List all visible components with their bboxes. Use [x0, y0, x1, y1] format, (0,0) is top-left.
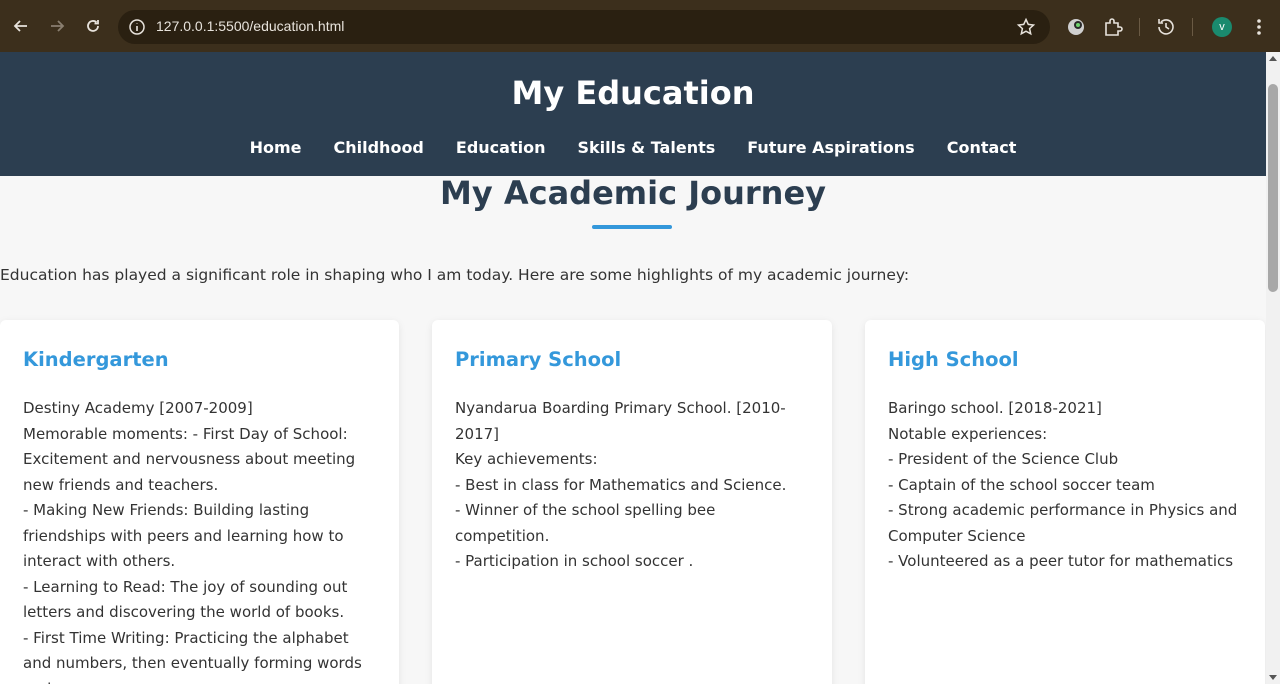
card-title: Kindergarten: [23, 348, 169, 371]
card-line: - Best in class for Mathematics and Scie…: [455, 475, 787, 494]
nav-childhood[interactable]: Childhood: [334, 138, 424, 157]
card-line: - Strong academic performance in Physics…: [888, 501, 1238, 545]
menu-kebab-icon[interactable]: [1248, 16, 1270, 38]
card-line: - Volunteered as a peer tutor for mathem…: [888, 552, 1234, 570]
nav-education[interactable]: Education: [456, 138, 546, 157]
forward-arrow-icon[interactable]: [45, 14, 69, 38]
card-line: Baringo school. [2018-2021]: [888, 399, 1102, 417]
page-scrollbar[interactable]: [1266, 52, 1280, 684]
site-header: My Education Home Childhood Education Sk…: [0, 52, 1266, 176]
card-line: - Participation in school soccer .: [455, 552, 694, 570]
page-viewport: My Education Home Childhood Education Sk…: [0, 52, 1266, 684]
card-high-school: High School Baringo school. [2018-2021] …: [865, 320, 1265, 684]
card-line: - Winner of the school spelling bee comp…: [455, 501, 716, 545]
extensions-puzzle-icon[interactable]: [1102, 16, 1124, 38]
address-bar[interactable]: 127.0.0.1:5500/education.html: [118, 10, 1050, 44]
section-heading: My Academic Journey: [440, 174, 826, 212]
card-line: Destiny Academy [2007-2009]: [23, 399, 253, 417]
bookmark-star-icon[interactable]: [1016, 17, 1036, 37]
card-line: - Learning to Read: The joy of sounding …: [23, 577, 348, 622]
toolbar-separator: [1192, 18, 1193, 36]
scroll-up-arrow-icon[interactable]: [1269, 56, 1277, 61]
card-line: - President of the Science Club: [888, 450, 1119, 468]
site-info-icon[interactable]: [128, 18, 146, 36]
card-title: High School: [888, 348, 1019, 371]
reload-icon[interactable]: [81, 14, 105, 38]
site-title: My Education: [511, 74, 755, 112]
nav-skills-talents[interactable]: Skills & Talents: [577, 138, 715, 157]
toolbar-separator: [1139, 18, 1140, 36]
card-title: Primary School: [455, 348, 622, 371]
nav-future-aspirations[interactable]: Future Aspirations: [747, 138, 914, 157]
card-primary-school: Primary School Nyandarua Boarding Primar…: [432, 320, 832, 684]
scroll-down-arrow-icon[interactable]: [1269, 675, 1277, 680]
intro-text: Education has played a significant role …: [0, 266, 910, 284]
card-line: - First Time Writing: Practicing the alp…: [23, 628, 362, 684]
browser-toolbar: 127.0.0.1:5500/education.html v: [0, 0, 1280, 52]
card-line: - Captain of the school soccer team: [888, 475, 1155, 494]
extension-icon[interactable]: [1065, 16, 1087, 38]
url-text[interactable]: 127.0.0.1:5500/education.html: [156, 18, 344, 34]
card-line: Memorable moments: - First Day of School…: [23, 424, 356, 494]
profile-avatar[interactable]: v: [1212, 17, 1232, 37]
back-arrow-icon[interactable]: [9, 14, 33, 38]
card-kindergarten: Kindergarten Destiny Academy [2007-2009]…: [0, 320, 399, 684]
card-line: - Making New Friends: Building lasting f…: [23, 501, 344, 570]
card-line: Notable experiences:: [888, 424, 1048, 443]
history-icon[interactable]: [1155, 16, 1177, 38]
card-line: Nyandarua Boarding Primary School. [2010…: [455, 399, 786, 443]
card-line: Key achievements:: [455, 450, 598, 468]
nav-home[interactable]: Home: [250, 138, 302, 157]
nav-contact[interactable]: Contact: [947, 138, 1017, 157]
main-nav: Home Childhood Education Skills & Talent…: [0, 138, 1266, 157]
scrollbar-thumb[interactable]: [1268, 84, 1278, 292]
heading-underline: [592, 225, 672, 229]
